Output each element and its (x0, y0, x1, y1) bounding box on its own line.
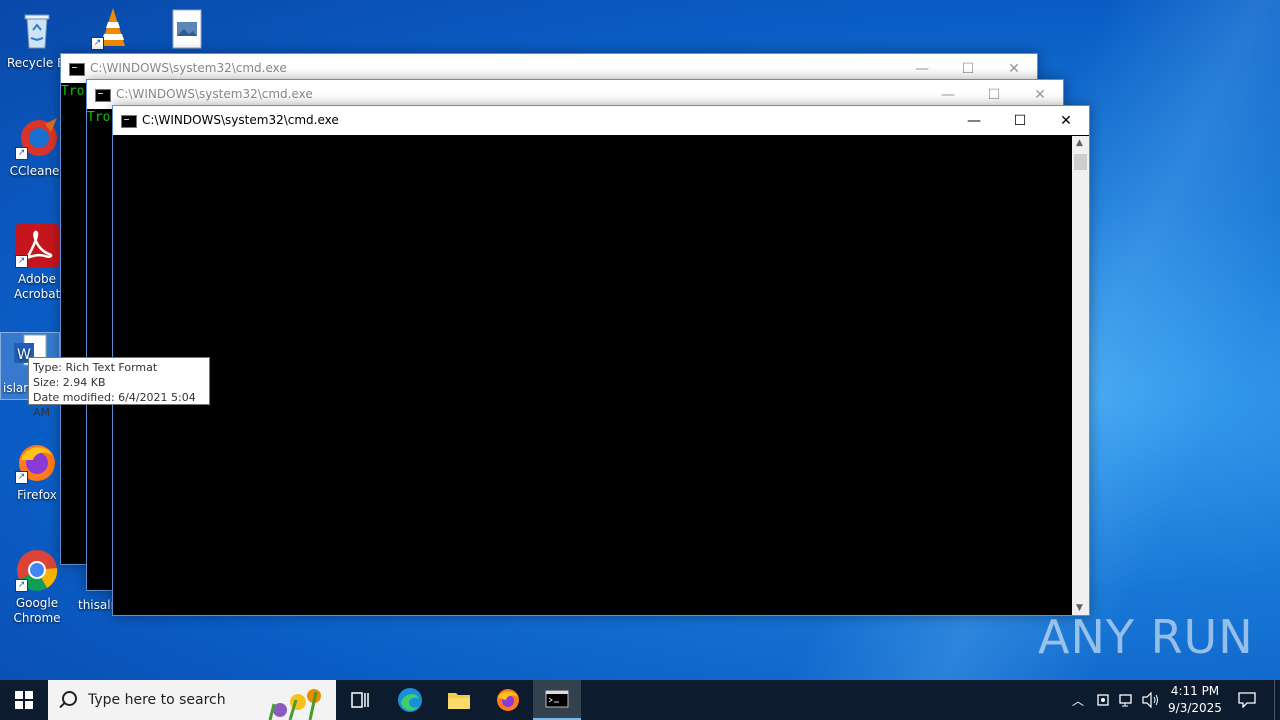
window-title: C:\WINDOWS\system32\cmd.exe (116, 87, 313, 101)
chevron-up-icon: ︿ (1071, 693, 1084, 708)
vertical-scrollbar[interactable]: ▲ ▼ (1072, 136, 1089, 615)
tooltip-size: Size: 2.94 KB (33, 376, 106, 389)
console-output: Tro (61, 84, 85, 99)
desktop: Recycle Bin ↗ ↗ (0, 0, 1280, 680)
cmd-window-active[interactable]: C:\WINDOWS\system32\cmd.exe — ☐ ✕ ▲ ▼ (112, 105, 1090, 616)
maximize-button[interactable]: ☐ (997, 106, 1043, 135)
google-chrome-label: Google Chrome (13, 596, 61, 625)
vlc-cone-icon: ↗ (91, 6, 135, 50)
shortcut-arrow-icon: ↗ (15, 147, 28, 160)
speaker-icon (1142, 692, 1158, 708)
cmd-icon (545, 690, 569, 708)
adobe-acrobat-icon: ↗ (15, 224, 59, 268)
taskbar-cmd-button[interactable] (533, 680, 581, 720)
cmd-icon (121, 115, 137, 128)
tooltip-type: Type: Rich Text Format (33, 361, 158, 374)
notification-icon (1238, 692, 1256, 708)
shortcut-arrow-icon: ↗ (91, 37, 104, 50)
scroll-thumb[interactable] (1074, 154, 1087, 170)
thisalr-label: thisalr (78, 598, 112, 612)
shortcut-arrow-icon: ↗ (15, 471, 28, 484)
tray-volume-icon[interactable] (1140, 680, 1162, 720)
taskbar-clock[interactable]: 4:11 PM 9/3/2025 (1164, 680, 1226, 720)
show-desktop-button[interactable] (1274, 680, 1280, 720)
clock-date: 9/3/2025 (1168, 701, 1222, 715)
ccleaner-icon: ↗ (15, 116, 59, 160)
firefox-icon (497, 689, 519, 711)
taskbar-firefox-button[interactable] (484, 680, 532, 720)
tooltip-date-modified: Date modified: 6/4/2021 5:04 AM (33, 391, 196, 419)
taskbar-search-box[interactable]: Type here to search (48, 680, 336, 720)
window-titlebar[interactable]: C:\WINDOWS\system32\cmd.exe — ☐ ✕ (113, 106, 1089, 135)
taskbar-edge-button[interactable] (386, 680, 434, 720)
tray-security-icon[interactable] (1092, 680, 1114, 720)
shortcut-arrow-icon: ↗ (15, 579, 28, 592)
desktop-icon-image-file[interactable] (150, 8, 224, 56)
show-hidden-icons-button[interactable]: ︿ (1068, 680, 1088, 720)
scroll-up-icon[interactable]: ▲ (1076, 138, 1083, 148)
recycle-bin-label: Recycle Bin (7, 56, 67, 70)
folder-icon (448, 693, 470, 709)
shortcut-arrow-icon: ↗ (15, 255, 28, 268)
task-view-icon (351, 692, 369, 708)
search-icon (62, 691, 77, 706)
image-file-icon (165, 8, 209, 52)
close-button[interactable]: ✕ (1043, 106, 1089, 135)
recycle-bin-icon (15, 8, 59, 52)
security-shield-icon (1097, 694, 1109, 706)
window-title: C:\WINDOWS\system32\cmd.exe (142, 113, 339, 127)
chrome-icon: ↗ (15, 548, 59, 592)
tray-network-icon[interactable] (1116, 680, 1138, 720)
windows-logo-icon (15, 691, 33, 709)
console-output: Tro (87, 110, 111, 125)
cmd-icon (95, 89, 111, 102)
anyrun-watermark: ANY RUN (1038, 610, 1254, 664)
desktop-icon-thisalr[interactable]: thisalr (76, 598, 112, 613)
firefox-icon: ↗ (15, 440, 59, 484)
start-button[interactable] (0, 680, 48, 720)
cmd-icon (69, 63, 85, 76)
action-center-button[interactable] (1232, 680, 1262, 720)
search-highlight-flowers-icon (268, 689, 321, 720)
taskbar: Type here to search ︿ 4:11 PM 9/3/2025 (0, 680, 1280, 720)
network-icon (1119, 694, 1132, 707)
desktop-icon-vlc[interactable]: ↗ (76, 6, 150, 54)
file-tooltip: Type: Rich Text Format Size: 2.94 KB Dat… (28, 357, 210, 419)
watermark-text: ANY RUN (1038, 610, 1254, 664)
task-view-button[interactable] (336, 680, 384, 720)
taskbar-file-explorer-button[interactable] (435, 680, 483, 720)
window-title: C:\WINDOWS\system32\cmd.exe (90, 61, 287, 75)
clock-time: 4:11 PM (1170, 684, 1220, 698)
search-placeholder: Type here to search (88, 692, 226, 708)
minimize-button[interactable]: — (951, 106, 997, 135)
edge-icon (398, 688, 422, 712)
